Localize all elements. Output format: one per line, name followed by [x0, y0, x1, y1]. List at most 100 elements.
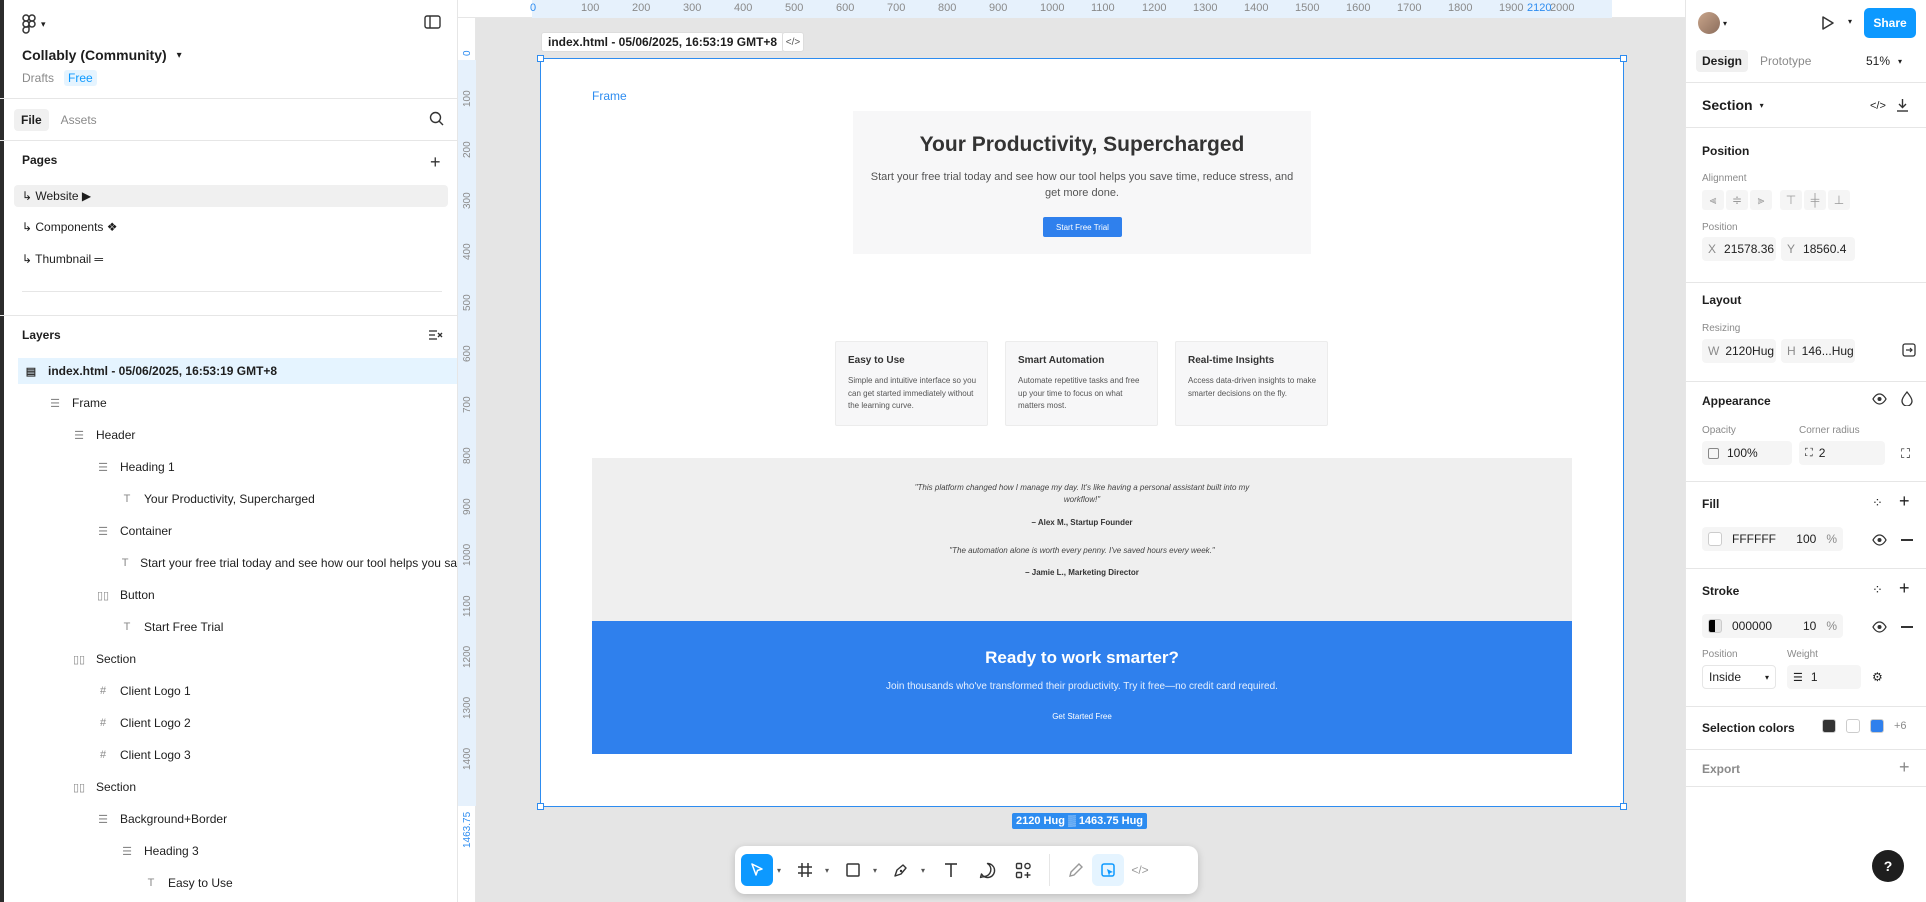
- opacity-field[interactable]: 100%: [1702, 441, 1792, 465]
- stroke-position-select[interactable]: Inside ▾: [1702, 665, 1776, 689]
- layer-row[interactable]: T Your Productivity, Supercharged: [18, 486, 457, 512]
- add-fill-icon[interactable]: +: [1899, 491, 1910, 512]
- fill-field[interactable]: FFFFFF 100 %: [1702, 527, 1843, 551]
- x-field[interactable]: X 21578.36: [1702, 237, 1776, 261]
- frame-name-label[interactable]: index.html - 05/06/2025, 16:53:19 GMT+8: [541, 32, 785, 52]
- layer-row[interactable]: ☰ Header: [18, 422, 457, 448]
- add-export-icon[interactable]: +: [1899, 757, 1910, 778]
- resize-handle[interactable]: [1620, 803, 1627, 810]
- eye-icon[interactable]: [1872, 621, 1887, 633]
- add-page-icon[interactable]: +: [430, 152, 441, 173]
- chevron-down-icon[interactable]: ▾: [1848, 17, 1852, 26]
- present-icon[interactable]: [1821, 16, 1834, 30]
- page-item-thumbnail[interactable]: ↳ Thumbnail ═: [22, 249, 457, 269]
- blend-drop-icon[interactable]: [1901, 391, 1913, 406]
- page-item-website[interactable]: ↳ Website ▶: [14, 185, 448, 207]
- height-field[interactable]: H 146... Hug: [1781, 339, 1855, 363]
- layer-row[interactable]: ☰ Heading 3: [18, 838, 457, 864]
- stroke-weight-field[interactable]: ☰ 1: [1787, 665, 1861, 689]
- comment-tool-button[interactable]: [971, 854, 1003, 886]
- layer-row[interactable]: ▯▯ Section: [18, 774, 457, 800]
- layer-row[interactable]: ☰ Background+Border: [18, 806, 457, 832]
- styles-grid-icon[interactable]: ⁘: [1872, 495, 1883, 511]
- layer-row[interactable]: ☰ Heading 1: [18, 454, 457, 480]
- layer-row[interactable]: ☰ Container: [18, 518, 457, 544]
- selection-type-menu[interactable]: Section ▾: [1702, 97, 1764, 113]
- align-left-icon[interactable]: ⫷: [1702, 190, 1724, 210]
- align-bottom-icon[interactable]: ⊥: [1828, 190, 1850, 210]
- eye-icon[interactable]: [1872, 534, 1887, 546]
- chevron-down-icon: ▾: [1723, 18, 1728, 28]
- resize-handle[interactable]: [1620, 55, 1627, 62]
- independent-corners-icon[interactable]: ⛶: [1901, 446, 1910, 462]
- remove-stroke-icon[interactable]: [1901, 626, 1913, 628]
- more-colors-count[interactable]: +6: [1894, 720, 1907, 732]
- pen-tool-button[interactable]: [885, 854, 917, 886]
- main-menu-button[interactable]: ▾: [22, 14, 62, 34]
- dev-mode-button[interactable]: </>: [1124, 854, 1156, 886]
- search-icon[interactable]: [429, 111, 444, 126]
- download-icon[interactable]: [1896, 98, 1909, 112]
- help-button[interactable]: ?: [1872, 850, 1904, 882]
- ruler-tick: 1100: [1091, 2, 1115, 14]
- tab-assets[interactable]: Assets: [61, 113, 97, 127]
- styles-grid-icon[interactable]: ⁘: [1872, 582, 1883, 598]
- chevron-down-icon[interactable]: ▾: [869, 866, 881, 875]
- remove-fill-icon[interactable]: [1901, 539, 1913, 541]
- draw-mode-button[interactable]: [1060, 854, 1092, 886]
- align-right-icon[interactable]: ⫸: [1750, 190, 1772, 210]
- layer-row[interactable]: ▯▯ Button: [18, 582, 457, 608]
- tab-file[interactable]: File: [14, 109, 49, 131]
- layer-row[interactable]: # Client Logo 3: [18, 742, 457, 768]
- selection-color-swatch[interactable]: [1846, 719, 1860, 733]
- align-center-v-icon[interactable]: ╪: [1804, 190, 1826, 210]
- sidebar-toggle-icon[interactable]: [424, 15, 441, 29]
- chevron-down-icon[interactable]: ▾: [821, 866, 833, 875]
- shape-tool-button[interactable]: [837, 854, 869, 886]
- chevron-down-icon[interactable]: ▾: [917, 866, 929, 875]
- selection-color-swatch[interactable]: [1822, 719, 1836, 733]
- code-icon[interactable]: </>: [782, 32, 804, 52]
- resize-to-fit-icon[interactable]: [1902, 343, 1916, 357]
- drafts-link[interactable]: Drafts: [22, 71, 54, 85]
- selected-frame[interactable]: Frame Your Productivity, Supercharged St…: [537, 55, 1627, 810]
- frame-tool-button[interactable]: [789, 854, 821, 886]
- align-top-icon[interactable]: ⊤: [1780, 190, 1802, 210]
- layer-row[interactable]: ▯▯ Section: [18, 646, 457, 672]
- width-field[interactable]: W 2120 Hug: [1702, 339, 1776, 363]
- tab-design[interactable]: Design: [1696, 50, 1749, 72]
- layer-row[interactable]: ☰ Frame: [18, 390, 457, 416]
- design-mode-button[interactable]: [1092, 854, 1124, 886]
- share-button[interactable]: Share: [1864, 8, 1916, 38]
- page-item-components[interactable]: ↳ Components ❖: [22, 217, 457, 237]
- resources-tool-button[interactable]: [1007, 854, 1039, 886]
- selection-color-swatch[interactable]: [1870, 719, 1884, 733]
- layer-row[interactable]: ▤ index.html - 05/06/2025, 16:53:19 GMT+8: [18, 358, 457, 384]
- layer-row[interactable]: # Client Logo 2: [18, 710, 457, 736]
- layer-row[interactable]: T Easy to Use: [18, 870, 457, 896]
- text-tool-button[interactable]: [935, 854, 967, 886]
- stroke-settings-icon[interactable]: ⚙: [1872, 670, 1883, 684]
- zoom-menu[interactable]: 51% ▾: [1866, 54, 1902, 68]
- move-tool-button[interactable]: [741, 854, 773, 886]
- corner-radius-field[interactable]: ⛶ 2: [1799, 441, 1885, 465]
- stroke-swatch: [1708, 619, 1722, 633]
- add-stroke-icon[interactable]: +: [1899, 578, 1910, 599]
- get-started-free-button[interactable]: Get Started Free: [592, 712, 1572, 721]
- resize-handle[interactable]: [537, 55, 544, 62]
- user-menu[interactable]: ▾: [1698, 12, 1727, 34]
- file-title-button[interactable]: Collably (Community) ▾: [22, 45, 457, 65]
- code-icon[interactable]: </>: [1870, 100, 1886, 112]
- chevron-down-icon[interactable]: ▾: [773, 866, 785, 875]
- layer-row[interactable]: T Start Free Trial: [18, 614, 457, 640]
- align-center-h-icon[interactable]: ≑: [1726, 190, 1748, 210]
- layer-row[interactable]: # Client Logo 1: [18, 678, 457, 704]
- layer-row[interactable]: T Start your free trial today and see how…: [18, 550, 457, 576]
- tab-prototype[interactable]: Prototype: [1760, 54, 1811, 68]
- y-field[interactable]: Y 18560.4: [1781, 237, 1855, 261]
- resize-handle[interactable]: [537, 803, 544, 810]
- layer-list-icon[interactable]: [428, 329, 443, 341]
- stroke-field[interactable]: 000000 10 %: [1702, 614, 1843, 638]
- eye-icon[interactable]: [1872, 393, 1887, 405]
- start-free-trial-button[interactable]: Start Free Trial: [1043, 217, 1122, 237]
